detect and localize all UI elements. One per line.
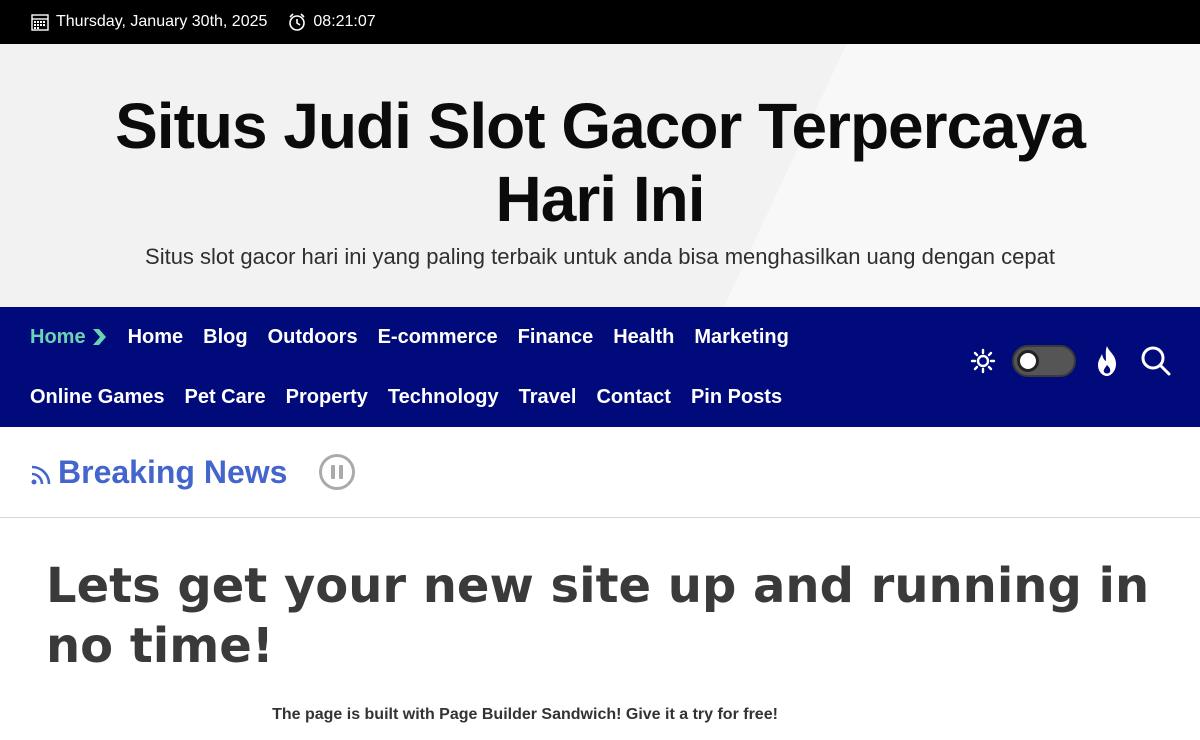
date-display: Thursday, January 30th, 2025	[30, 12, 267, 32]
nav-tools	[970, 345, 1172, 377]
nav-item-technology[interactable]: Technology	[388, 386, 499, 409]
search-icon[interactable]	[1140, 345, 1172, 377]
date-text: Thursday, January 30th, 2025	[56, 13, 268, 30]
fire-icon[interactable]	[1092, 345, 1122, 377]
main-navigation: Home Home Blog Outdoors E-commerce Finan…	[0, 307, 1200, 427]
rss-icon	[31, 465, 51, 485]
chevron-right-icon	[92, 329, 106, 345]
top-bar: Thursday, January 30th, 2025 08:21:07	[0, 0, 1200, 44]
main-content: Lets get your new site up and running in…	[0, 518, 1200, 724]
time-text: 08:21:07	[313, 13, 376, 30]
breaking-news-title: Breaking News	[58, 453, 288, 490]
pause-icon-bar	[339, 465, 344, 479]
nav-item-contact[interactable]: Contact	[596, 386, 670, 409]
nav-item-travel[interactable]: Travel	[519, 386, 577, 409]
dark-mode-toggle[interactable]	[1012, 345, 1076, 377]
nav-item-pet-care[interactable]: Pet Care	[185, 386, 266, 409]
time-display: 08:21:07	[287, 12, 376, 32]
nav-item-home[interactable]: Home	[128, 326, 184, 349]
breaking-news-bar: Breaking News	[0, 427, 1200, 518]
nav-item-blog[interactable]: Blog	[203, 326, 247, 349]
calendar-icon	[31, 14, 49, 31]
toggle-knob	[1017, 350, 1039, 372]
site-title[interactable]: Situs Judi Slot Gacor Terpercaya Hari In…	[0, 44, 1200, 236]
pause-button[interactable]	[319, 454, 356, 490]
nav-item-health[interactable]: Health	[613, 326, 674, 349]
site-header: Situs Judi Slot Gacor Terpercaya Hari In…	[0, 44, 1200, 307]
nav-item-online-games[interactable]: Online Games	[30, 386, 165, 409]
main-subtext: The page is built with Page Builder Sand…	[272, 706, 778, 723]
pause-icon-bar	[331, 465, 336, 479]
site-tagline: Situs slot gacor hari ini yang paling te…	[145, 244, 1055, 269]
nav-item-pin-posts[interactable]: Pin Posts	[691, 386, 782, 409]
nav-item-finance[interactable]: Finance	[518, 326, 594, 349]
sun-icon	[970, 348, 996, 374]
nav-item-property[interactable]: Property	[286, 386, 368, 409]
nav-item-marketing[interactable]: Marketing	[694, 326, 788, 349]
nav-item-ecommerce[interactable]: E-commerce	[378, 326, 498, 349]
main-heading: Lets get your new site up and running in…	[46, 558, 1150, 674]
alarm-clock-icon	[289, 13, 306, 31]
nav-item-home-active[interactable]: Home	[30, 326, 108, 349]
nav-item-outdoors[interactable]: Outdoors	[268, 326, 358, 349]
